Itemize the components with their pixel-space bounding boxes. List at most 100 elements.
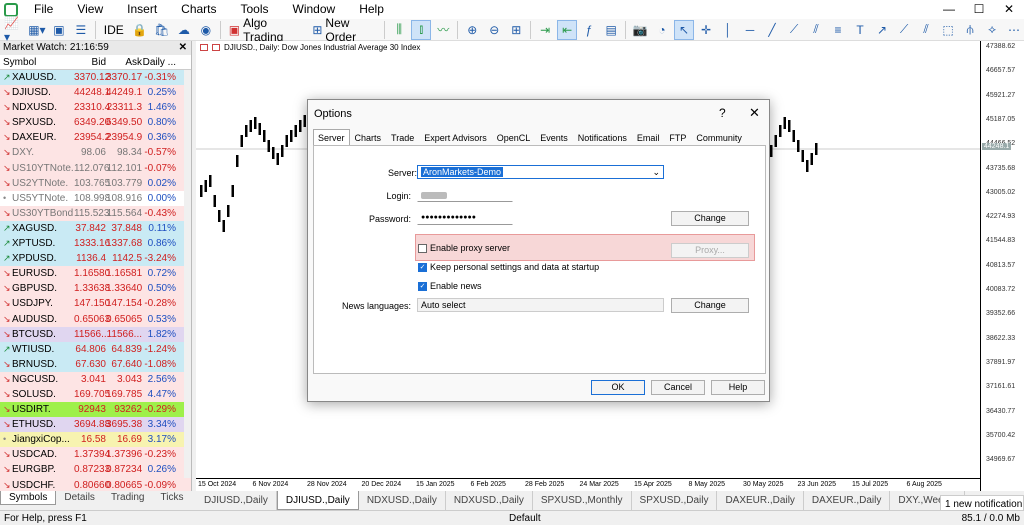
ok-button[interactable]: OK [591,380,645,395]
text-tool-icon[interactable]: T [850,20,870,40]
keep-settings-checkbox[interactable]: ✓ Keep personal settings and data at sta… [418,262,599,272]
algo-trading-button[interactable]: ▣ Algo Trading [225,16,307,44]
chart-tab[interactable]: SPXUSD.,Monthly [533,491,632,510]
market-watch-close-icon[interactable]: ✕ [179,41,187,55]
grid-icon[interactable]: ⊞ [506,20,526,40]
list-item[interactable]: ↗XPDUSD. 1136.4 1142.5 -3.24% [0,251,191,267]
menu-charts[interactable]: Charts [169,0,228,19]
list-item[interactable]: ↘EURGBP. 0.87233 0.87234 0.26% [0,462,191,478]
list-item[interactable]: ↘ETHUSD. 3694.88 3695.38 3.34% [0,417,191,433]
list-item[interactable]: ↘BTCUSD. 11566... 11566... 1.82% [0,326,191,342]
enable-proxy-checkbox[interactable]: Enable proxy server [418,243,510,253]
list-item[interactable]: ↘EURUSD. 1.16580 1.16581 0.72% [0,266,191,282]
trendline-angle-icon[interactable]: ⟋ [784,20,804,40]
arrow-tool-icon[interactable]: ↗ [872,20,892,40]
col-bid[interactable]: Bid [74,55,106,69]
gann-icon[interactable]: ⟋ [894,20,914,40]
list-item[interactable]: ↘US10YTNote. 112.076 112.101 -0.07% [0,160,191,176]
vps-icon[interactable]: ☁ [174,20,194,40]
auto-scroll-icon[interactable]: ⇥ [535,20,555,40]
period-icon[interactable]: ◔ [652,20,672,40]
list-item[interactable]: ↘DXY. 98.06 98.34 -0.57% [0,145,191,161]
chart-tab[interactable]: DAXEUR.,Daily [804,491,891,510]
market-icon[interactable]: 🛍 [152,20,172,40]
tab-ticks[interactable]: Ticks [152,491,191,505]
list-item[interactable]: ↘DJIUSD. 44248.1 44249.1 0.25% [0,85,191,101]
dialog-help-button[interactable]: Help [711,380,765,395]
market-watch-scrollbar[interactable] [184,70,191,478]
chart-tab[interactable]: NDXUSD.,Daily [446,491,533,510]
list-item[interactable]: ↗WTIUSD. 64.806 64.839 -1.24% [0,341,191,357]
templates-icon[interactable]: ▤ [601,20,621,40]
list-item[interactable]: ↗XAUUSD. 3370.12 3370.17 -0.31% [0,70,191,86]
pitchfork-icon[interactable]: ⫛ [960,20,980,40]
horizontal-line-icon[interactable]: ─ [740,20,760,40]
shapes-icon[interactable]: ⟡ [982,20,1002,40]
list-item[interactable]: ↘GBPUSD. 1.33638 1.33640 0.50% [0,281,191,297]
zoom-out-icon[interactable]: ⊖ [484,20,504,40]
fibonacci-icon[interactable]: ≡ [828,20,848,40]
signals-icon[interactable]: ◉ [196,20,216,40]
menu-view[interactable]: View [65,0,115,19]
chart-tab[interactable]: DJIUSD.,Daily [276,491,359,510]
list-item[interactable]: • US5YTNote. 108.998 108.916 0.00% [0,190,191,206]
password-field[interactable]: ●●●●●●●●●●●●● [417,211,513,225]
chart-tab[interactable]: SPXUSD.,Daily [632,491,718,510]
list-item[interactable]: ↘SPXUSD. 6349.20 6349.50 0.80% [0,115,191,131]
navigator-icon[interactable]: ▣ [49,20,69,40]
chart-tab[interactable]: DAXEUR.,Daily [717,491,804,510]
list-item[interactable]: ↘USDIRT. 92943 93262 -0.29% [0,402,191,418]
list-item[interactable]: ↘US2YTNote. 103.765 103.779 0.02% [0,175,191,191]
zoom-in-icon[interactable]: ⊕ [462,20,482,40]
profiles-icon[interactable]: ▦▾ [27,20,47,40]
col-symbol[interactable]: Symbol [0,55,74,69]
rectangle-icon[interactable]: ⬚ [938,20,958,40]
chart-tab[interactable]: NDXUSD.,Daily [359,491,446,510]
screenshot-icon[interactable]: 📷 [630,20,650,40]
lock-icon[interactable]: 🔒 [130,20,150,40]
tab-details[interactable]: Details [56,491,103,505]
change-news-languages-button[interactable]: Change [671,298,749,313]
enable-news-checkbox[interactable]: ✓ Enable news [418,281,482,291]
channel-icon[interactable]: ⫽ [806,20,826,40]
login-field[interactable] [417,188,513,202]
list-item[interactable]: ↘NGCUSD. 3.041 3.043 2.56% [0,371,191,387]
list-item[interactable]: ↘SOLUSD. 169.705 169.785 4.47% [0,386,191,403]
dialog-help-icon[interactable]: ? [719,106,726,120]
new-order-button[interactable]: ⊞ New Order [308,16,380,44]
tab-trading[interactable]: Trading [103,491,153,505]
elliott-icon[interactable]: ⫽ [916,20,936,40]
proxy-button[interactable]: Proxy... [671,243,749,258]
dialog-close-icon[interactable]: ✕ [749,105,760,121]
list-item[interactable]: ↘BRNUSD. 67.630 67.640 -1.08% [0,356,191,372]
tab-symbols[interactable]: Symbols [0,491,57,505]
status-profile[interactable]: Default [509,513,541,524]
col-daily-change[interactable]: Daily ... [142,55,178,69]
indicators-icon[interactable]: ƒ [579,20,599,40]
minimize-button[interactable]: — [934,0,964,19]
list-item[interactable]: ↗XPTUSD. 1333.16 1337.68 0.86% [0,236,191,252]
menu-file[interactable]: File [22,0,65,19]
list-item[interactable]: ↘DAXEUR. 23954.2 23954.9 0.36% [0,130,191,146]
crosshair-icon[interactable]: ✛ [696,20,716,40]
change-password-button[interactable]: Change [671,211,749,226]
menu-insert[interactable]: Insert [115,0,169,19]
list-item[interactable]: ↘AUDUSD. 0.65063 0.65065 0.53% [0,311,191,327]
news-languages-field[interactable]: Auto select [417,298,664,312]
list-item[interactable]: ↗XAGUSD. 37.842 37.848 0.11% [0,220,191,237]
vertical-line-icon[interactable]: │ [718,20,738,40]
cursor-icon[interactable]: ↖ [674,19,695,40]
line-chart-icon[interactable]: 〰 [433,20,453,40]
list-item[interactable]: ↘NDXUSD. 23310.4 23311.3 1.46% [0,100,191,116]
chart-tab[interactable]: DJIUSD.,Daily [196,491,277,510]
list-item[interactable]: ↘US30YTBond. 115.523 115.564 -0.43% [0,205,191,221]
col-ask[interactable]: Ask [106,55,142,69]
list-item[interactable]: ↘USDJPY. 147.150 147.154 -0.28% [0,296,191,312]
close-window-button[interactable]: ✕ [994,0,1024,19]
list-item[interactable]: ↘USDCAD. 1.37394 1.37396 -0.23% [0,447,191,463]
server-select[interactable]: AronMarkets-Demo ⌄ [417,165,664,179]
trendline-icon[interactable]: ╱ [762,20,782,40]
market-watch-icon[interactable]: ☰ [71,20,91,40]
maximize-button[interactable]: ☐ [964,0,994,19]
ide-button[interactable]: IDE [100,20,128,40]
